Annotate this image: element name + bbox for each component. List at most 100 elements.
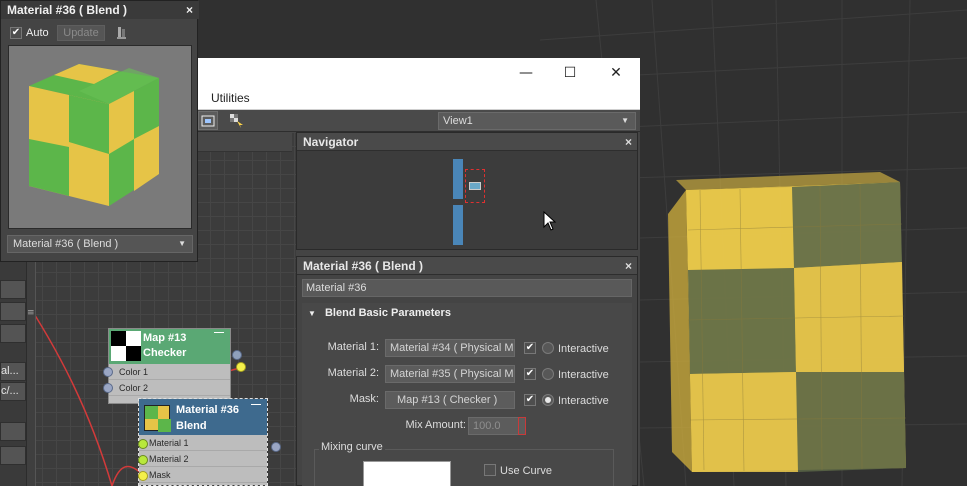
material-1-label: Material 1: [327,341,379,353]
mouse-cursor-icon [543,211,557,231]
slot-color-2[interactable]: Color 2 [109,380,230,396]
material-parameter-panel: Material #36 ( Blend ) × Material #36 ▼ … [296,256,638,486]
preview-material-select[interactable]: Material #36 ( Blend ) ▼ [7,235,193,253]
auto-checkbox[interactable]: ✔ [10,27,22,39]
navigator-title-text: Navigator [303,135,359,149]
material-preview-image [8,45,192,229]
layout-icon[interactable] [198,111,218,130]
navigator-panel: Navigator × [296,132,638,250]
preview-cube [29,64,159,206]
viewport-cube [668,172,907,472]
close-icon[interactable]: × [625,133,632,151]
close-icon[interactable]: × [625,257,632,275]
mask-button[interactable]: Map #13 ( Checker ) [385,391,515,409]
chevron-down-icon: ▼ [178,239,186,248]
socket-color-2[interactable] [103,383,113,393]
material-1-button[interactable]: Material #34 ( Physical Ma [385,339,515,357]
menu-utilities[interactable]: Utilities [211,91,250,105]
interactive-label: Interactive [558,395,609,407]
socket-blend-output[interactable] [271,442,281,452]
nav-node-thumb [453,205,463,245]
toolbar: View1 ▼ [196,110,640,132]
navigator-title: Navigator × [297,133,637,151]
preview-titlebar[interactable]: Material #36 ( Blend ) × [1,1,199,19]
checker-node[interactable]: Map #13 Checker — Color 1 Color 2 [108,327,231,404]
pin-icon[interactable] [115,25,129,41]
socket-checker-out-side[interactable] [232,350,242,360]
slot-material-2[interactable]: Material 2 [139,451,267,467]
blend-node-title: Material #36 [176,404,239,416]
pick-material-icon[interactable] [226,111,246,130]
strip-item[interactable] [0,302,26,321]
checker-node-type: Checker [143,347,187,359]
socket-mask[interactable] [138,471,148,481]
checker-node-title: Map #13 [143,332,187,344]
socket-material-1[interactable] [138,439,148,449]
slot-color-1[interactable]: Color 1 [109,364,230,380]
checker-icon [111,331,141,361]
splitter-bar[interactable] [26,262,36,486]
collapse-icon[interactable]: — [251,399,261,410]
rollout-arrow-icon: ▼ [308,309,316,318]
nav-node-thumb [453,159,463,199]
chevron-down-icon: ▼ [621,116,629,125]
material-name-input[interactable]: Material #36 [302,279,632,297]
material-2-checkbox[interactable]: ✔ [524,368,536,380]
interactive-label: Interactive [558,369,609,381]
strip-item[interactable] [0,280,26,299]
nav-view-rect[interactable] [465,169,485,203]
view-select-value: View1 [443,115,473,127]
strip-item[interactable]: c/... [0,382,26,401]
mixing-curve-label: Mixing curve [319,441,385,453]
view-select[interactable]: View1 ▼ [438,112,636,130]
update-button[interactable]: Update [57,25,105,41]
rollout-header[interactable]: ▼ Blend Basic Parameters [302,303,632,323]
material-2-label: Material 2: [327,367,379,379]
socket-color-1[interactable] [103,367,113,377]
socket-checker-output[interactable] [236,362,246,372]
mixing-curve-group [314,449,614,486]
mixing-curve-graph [363,461,451,486]
socket-material-2[interactable] [138,455,148,465]
strip-item[interactable]: al... [0,362,26,381]
collapse-icon[interactable]: — [214,327,224,338]
material-2-button[interactable]: Material #35 ( Physical Ma [385,365,515,383]
material-1-interactive-radio[interactable] [542,342,554,354]
blend-node-type: Blend [176,420,207,432]
use-curve-label: Use Curve [500,465,552,477]
material-panel-title: Material #36 ( Blend ) × [297,257,637,275]
mask-interactive-radio[interactable] [542,394,554,406]
blend-material-icon [144,405,171,432]
strip-item[interactable] [0,446,26,465]
maximize-button[interactable]: ☐ [558,64,582,82]
auto-label: Auto [26,27,49,39]
use-curve-checkbox[interactable] [484,464,496,476]
left-browser-strip: al... c/... [0,262,26,486]
mask-checkbox[interactable]: ✔ [524,394,536,406]
material-2-interactive-radio[interactable] [542,368,554,380]
material-panel-title-text: Material #36 ( Blend ) [303,259,424,273]
mask-label: Mask: [349,393,379,405]
close-icon[interactable]: × [186,1,193,19]
blend-node[interactable]: Material #36 Blend — Material 1 Material… [138,398,268,486]
material-preview-window: Material #36 ( Blend ) × ✔ Auto Update M… [0,0,199,262]
close-button[interactable]: ✕ [604,64,628,82]
rollout-title: Blend Basic Parameters [324,307,451,319]
blend-node-body: Material 1 Material 2 Mask [139,435,267,485]
spinner-arrows-icon[interactable] [518,417,526,435]
mix-amount-label: Mix Amount: [405,419,466,431]
minimize-button[interactable]: — [514,64,538,82]
interactive-label: Interactive [558,343,609,355]
blend-node-header[interactable]: Material #36 Blend — [139,399,267,435]
slot-material-1[interactable]: Material 1 [139,435,267,451]
slot-mask[interactable]: Mask [139,467,267,483]
menubar: Utilities [196,88,640,110]
preview-material-select-value: Material #36 ( Blend ) [13,238,119,250]
grip-icon: ≡ [27,308,35,318]
checker-node-header[interactable]: Map #13 Checker — [109,327,230,364]
blend-basic-parameters-rollout: ▼ Blend Basic Parameters Material 1: Mat… [302,303,632,486]
material-1-checkbox[interactable]: ✔ [524,342,536,354]
strip-item[interactable] [0,422,26,441]
strip-item[interactable] [0,324,26,343]
window-titlebar: — ☐ ✕ [196,58,640,88]
